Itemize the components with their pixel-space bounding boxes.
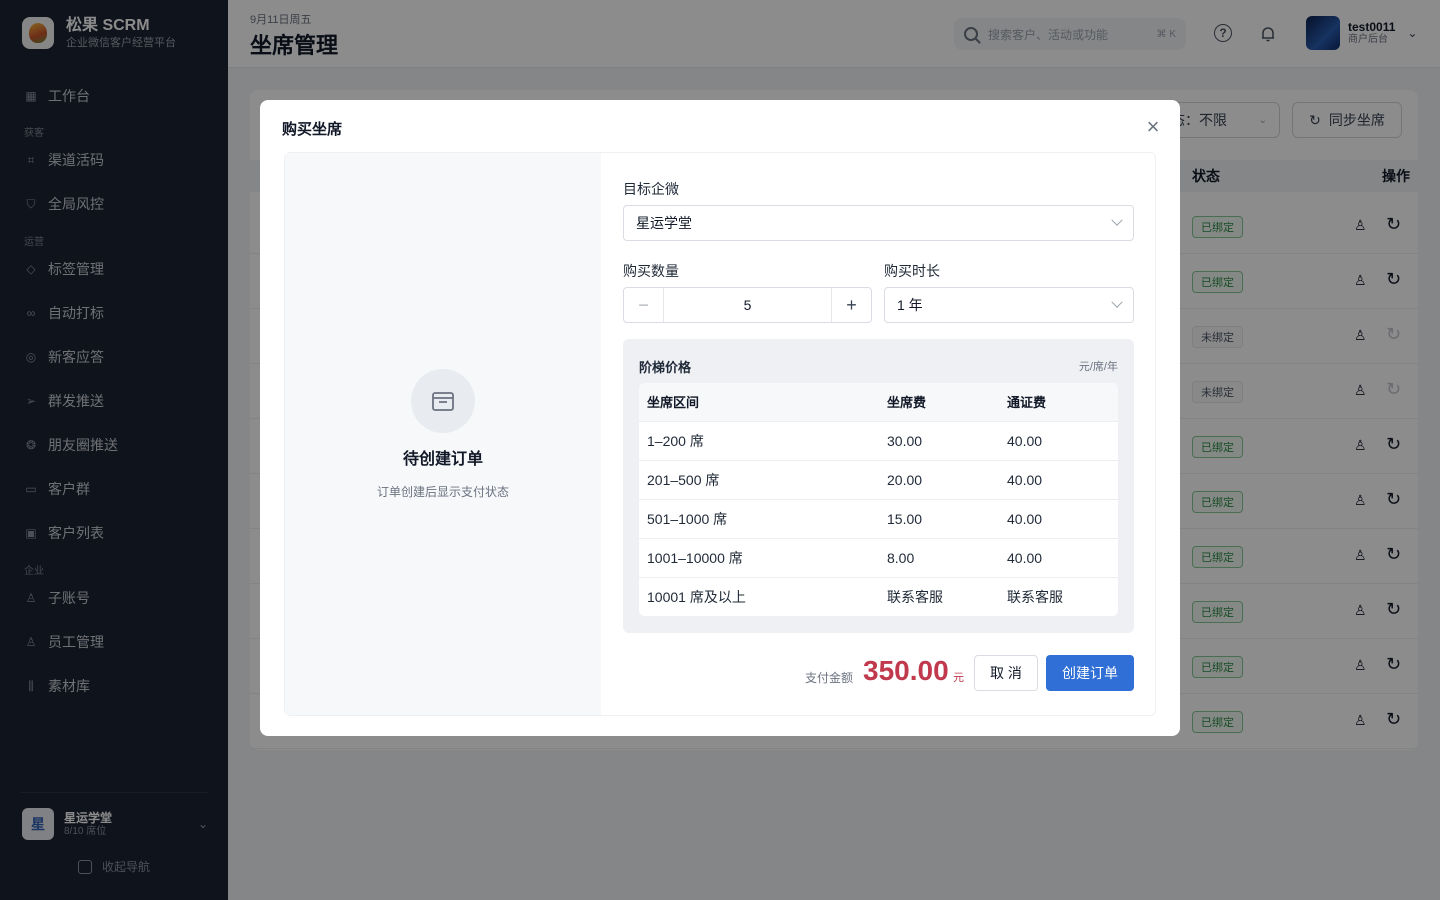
table-cell: 15.00 (879, 498, 999, 538)
tier-title: 阶梯价格 (639, 360, 692, 375)
order-status-pane: 待创建订单 订单创建后显示支付状态 (285, 153, 601, 715)
decrement-button[interactable]: − (624, 288, 664, 322)
table-cell: 10001 席及以上 (639, 576, 879, 616)
table-header-row: 坐席区间 坐席费 通证费 (639, 383, 1118, 421)
duration-select[interactable]: 1 年 (884, 287, 1134, 323)
table-row: 1–200 席 30.00 40.00 (639, 420, 1118, 460)
tier-unit: 元/席/年 (1078, 361, 1118, 373)
cancel-button[interactable]: 取 消 (974, 655, 1038, 691)
target-enterprise-value: 星运学堂 (636, 215, 692, 231)
table-cell: 40.00 (999, 498, 1118, 538)
table-cell: 1001–10000 席 (639, 537, 879, 577)
empty-title: 待创建订单 (402, 451, 483, 468)
chevron-down-icon (1111, 296, 1123, 308)
tier-pricing-table: 坐席区间 坐席费 通证费 1–200 席 30.00 40.00 201–500… (639, 383, 1118, 616)
target-label: 目标企微 (623, 181, 679, 197)
table-cell: 1–200 席 (639, 420, 879, 460)
table-cell: 30.00 (879, 420, 999, 460)
target-enterprise-select[interactable]: 星运学堂 (623, 205, 1134, 241)
tier-pricing-panel: 阶梯价格 元/席/年 坐席区间 坐席费 通证费 1–200 席 30.00 40… (623, 339, 1134, 633)
chevron-down-icon (1111, 214, 1123, 226)
table-cell: 201–500 席 (639, 459, 879, 499)
table-row: 10001 席及以上 联系客服 联系客服 (639, 576, 1118, 616)
table-cell: 8.00 (879, 537, 999, 577)
create-order-button[interactable]: 创建订单 (1046, 655, 1134, 691)
purchase-seats-modal: 购买坐席 × 待创建订单 订单创建后显示支付状态 目标企微 星运学堂 购买数量 … (260, 100, 1180, 736)
table-row: 1001–10000 席 8.00 40.00 (639, 537, 1118, 577)
table-row: 501–1000 席 15.00 40.00 (639, 498, 1118, 538)
duration-label: 购买时长 (884, 263, 940, 279)
quantity-label: 购买数量 (623, 263, 679, 279)
table-cell: 联系客服 (999, 576, 1118, 616)
table-row: 201–500 席 20.00 40.00 (639, 459, 1118, 499)
table-cell: 20.00 (879, 459, 999, 499)
close-icon[interactable]: × (1142, 116, 1164, 138)
modal-body: 待创建订单 订单创建后显示支付状态 目标企微 星运学堂 购买数量 − 5 + 购… (284, 152, 1156, 716)
duration-value: 1 年 (897, 297, 923, 313)
wallet-icon (411, 369, 475, 433)
empty-desc: 订单创建后显示支付状态 (376, 485, 509, 499)
pay-amount-label: 支付金额 (805, 671, 854, 685)
pay-amount-unit: 元 (953, 672, 964, 684)
table-cell: 40.00 (999, 420, 1118, 460)
increment-button[interactable]: + (831, 288, 871, 322)
quantity-value[interactable]: 5 (664, 297, 831, 313)
quantity-stepper: − 5 + (623, 287, 872, 323)
table-cell: 40.00 (999, 459, 1118, 499)
column-header: 坐席区间 (639, 383, 879, 421)
column-header: 通证费 (999, 383, 1118, 421)
table-cell: 40.00 (999, 537, 1118, 577)
modal-title: 购买坐席 (282, 121, 343, 138)
table-cell: 501–1000 席 (639, 498, 879, 538)
table-cell: 联系客服 (879, 576, 999, 616)
pay-amount: 350.00 (863, 655, 949, 686)
column-header: 坐席费 (879, 383, 999, 421)
